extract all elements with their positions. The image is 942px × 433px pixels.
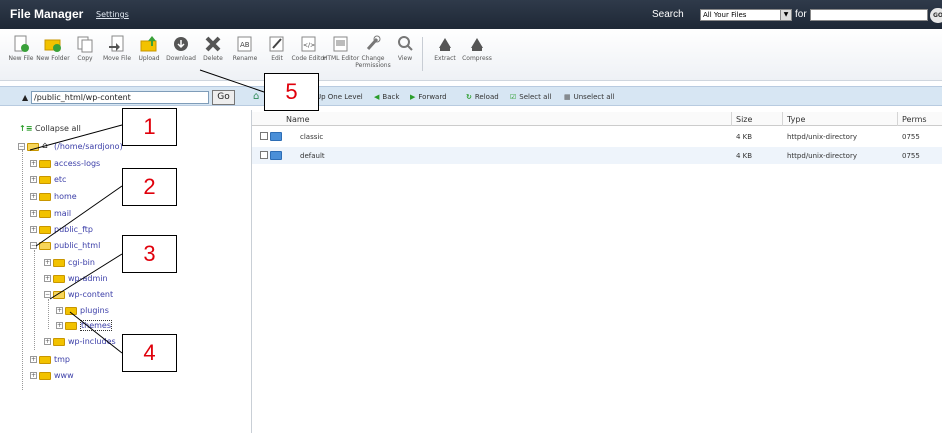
callout-1: 1 [122, 108, 177, 146]
callout-2: 2 [122, 168, 177, 206]
leader-line-4 [69, 311, 123, 354]
callout-3: 3 [122, 235, 177, 273]
callout-5: 5 [264, 73, 319, 111]
leader-line-5 [199, 69, 265, 93]
leader-line-1 [29, 124, 123, 151]
leader-line-2 [35, 185, 123, 247]
leader-line-3 [49, 253, 123, 300]
callout-4: 4 [122, 334, 177, 372]
